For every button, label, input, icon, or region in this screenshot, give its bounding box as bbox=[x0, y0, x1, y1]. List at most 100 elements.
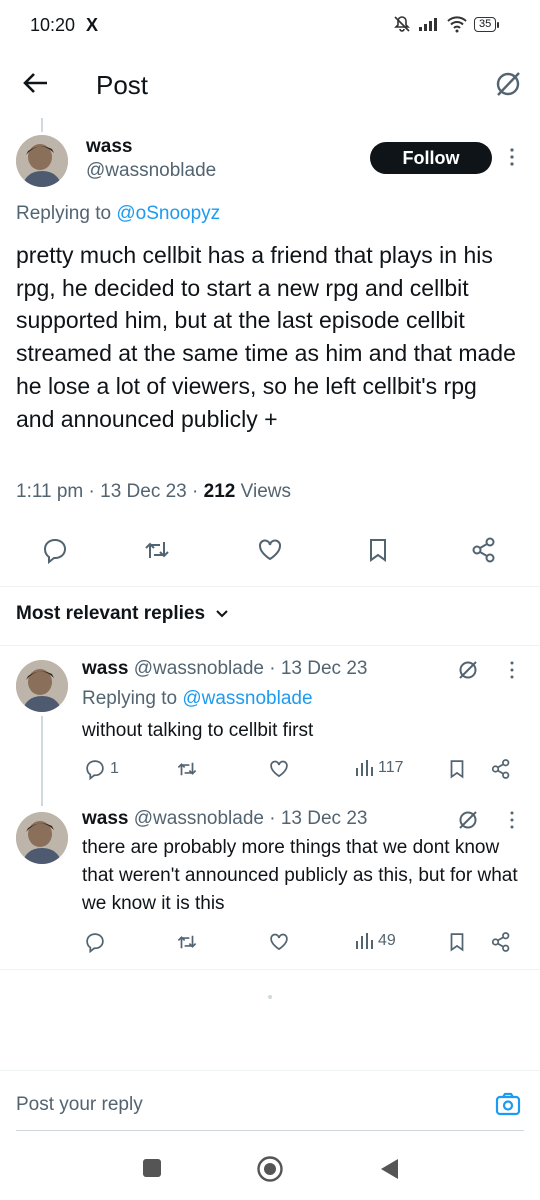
replying-to-link[interactable]: @wassnoblade bbox=[182, 688, 312, 709]
reply-button[interactable] bbox=[84, 931, 106, 953]
mute-icon bbox=[394, 16, 410, 32]
battery-icon: 35 bbox=[474, 16, 500, 32]
replies-sort-dropdown[interactable]: Most relevant replies bbox=[16, 603, 229, 625]
home-button[interactable] bbox=[256, 1155, 284, 1183]
replying-to-line: Replying to @oSnoopyz bbox=[16, 203, 220, 225]
bookmark-button[interactable] bbox=[446, 758, 468, 780]
share-icon bbox=[491, 759, 510, 779]
reply-author-handle[interactable]: @wassnoblade bbox=[134, 658, 264, 679]
reply-icon bbox=[86, 760, 104, 780]
reply-text: there are probably more things that we d… bbox=[82, 837, 518, 914]
post-text: pretty much cellbit has a friend that pl… bbox=[16, 242, 516, 432]
replying-label: Replying to bbox=[16, 203, 117, 224]
chevron-down-icon bbox=[216, 610, 228, 618]
divider bbox=[0, 645, 540, 646]
reply-button[interactable] bbox=[41, 536, 69, 564]
status-icons: 35 bbox=[392, 14, 500, 34]
loading-indicator bbox=[268, 995, 272, 999]
reply-more-button[interactable] bbox=[506, 660, 518, 680]
bookmark-icon bbox=[370, 539, 386, 562]
avatar-image bbox=[16, 812, 68, 864]
analytics-icon bbox=[356, 760, 373, 776]
post-meta: 1:11 pm · 13 Dec 23 · 212 Views bbox=[16, 481, 291, 502]
follow-button[interactable]: Follow bbox=[370, 142, 492, 174]
view-count: 117 bbox=[378, 759, 404, 776]
grok-button[interactable] bbox=[456, 658, 480, 682]
reply-input[interactable]: Post your reply bbox=[16, 1094, 143, 1116]
reply-author-name[interactable]: wass bbox=[82, 808, 128, 829]
reply-header: wass @wassnoblade · 13 Dec 23 bbox=[82, 658, 368, 679]
grok-button[interactable] bbox=[456, 808, 480, 832]
repost-button[interactable] bbox=[143, 536, 171, 564]
reply-count: 1 bbox=[110, 760, 119, 777]
reply-header: wass @wassnoblade · 13 Dec 23 bbox=[82, 808, 368, 829]
views-label: Views bbox=[240, 481, 291, 502]
replying-to-line: Replying to @wassnoblade bbox=[82, 688, 313, 710]
reply-author-handle[interactable]: @wassnoblade bbox=[134, 808, 264, 829]
bookmark-icon bbox=[450, 933, 464, 952]
repost-button[interactable] bbox=[176, 931, 198, 953]
page-title: Post bbox=[96, 70, 149, 100]
vertical-dots-icon bbox=[510, 148, 514, 166]
back-button[interactable] bbox=[20, 68, 50, 98]
reply-icon bbox=[43, 538, 67, 564]
share-button[interactable] bbox=[470, 536, 498, 564]
vertical-dots-icon bbox=[510, 811, 514, 829]
system-back-button[interactable] bbox=[378, 1157, 400, 1181]
views-button[interactable]: 49 bbox=[354, 931, 396, 951]
share-button[interactable] bbox=[490, 931, 512, 953]
heart-icon bbox=[259, 539, 281, 561]
more-options-button[interactable] bbox=[505, 146, 519, 168]
vertical-dots-icon bbox=[510, 661, 514, 679]
reply-more-button[interactable] bbox=[506, 810, 518, 830]
author-handle[interactable]: @wassnoblade bbox=[86, 160, 216, 182]
post-date: 13 Dec 23 bbox=[100, 481, 187, 502]
post-actions bbox=[0, 536, 540, 566]
grok-icon bbox=[459, 661, 477, 679]
reply-avatar[interactable] bbox=[16, 660, 68, 712]
reply-author-name[interactable]: wass bbox=[82, 658, 128, 679]
bookmark-button[interactable] bbox=[364, 536, 392, 564]
views-button[interactable]: 117 bbox=[354, 758, 404, 778]
repost-button[interactable] bbox=[176, 758, 198, 780]
x-notification-icon: X bbox=[86, 15, 99, 35]
reply-date: 13 Dec 23 bbox=[280, 808, 368, 829]
heart-icon bbox=[270, 760, 288, 778]
heart-icon bbox=[270, 933, 288, 951]
share-icon bbox=[472, 537, 495, 563]
bookmark-button[interactable] bbox=[446, 931, 468, 953]
reply-icon bbox=[86, 933, 104, 953]
grok-button[interactable] bbox=[492, 68, 524, 100]
author-avatar[interactable] bbox=[16, 135, 68, 187]
like-button[interactable] bbox=[256, 536, 284, 564]
status-time: 10:20 bbox=[30, 15, 76, 35]
divider bbox=[0, 969, 540, 970]
repost-icon bbox=[177, 762, 197, 776]
reply-actions: 49 bbox=[0, 931, 540, 959]
divider bbox=[0, 586, 540, 587]
repost-icon bbox=[145, 542, 169, 558]
like-button[interactable] bbox=[268, 931, 290, 953]
camera-icon bbox=[495, 1092, 521, 1116]
replying-to-link[interactable]: @oSnoopyz bbox=[116, 203, 220, 224]
reply-button[interactable]: 1 bbox=[84, 758, 119, 780]
views-count: 212 bbox=[203, 481, 236, 502]
thread-line bbox=[41, 118, 43, 132]
avatar-image bbox=[16, 135, 68, 187]
post-time: 1:11 pm bbox=[16, 481, 84, 502]
view-count: 49 bbox=[378, 932, 396, 949]
like-button[interactable] bbox=[268, 758, 290, 780]
share-button[interactable] bbox=[490, 758, 512, 780]
home-circle-icon bbox=[257, 1156, 283, 1182]
recents-button[interactable] bbox=[143, 1159, 161, 1177]
reply-text: without talking to cellbit first bbox=[82, 720, 314, 741]
bookmark-icon bbox=[450, 760, 464, 779]
triangle-back-icon bbox=[381, 1159, 398, 1179]
reply-actions: 1 117 bbox=[0, 758, 540, 786]
avatar-image bbox=[16, 660, 68, 712]
camera-button[interactable] bbox=[494, 1090, 522, 1118]
wifi-icon bbox=[447, 16, 467, 33]
author-name[interactable]: wass bbox=[86, 136, 132, 158]
grok-icon bbox=[496, 72, 520, 96]
reply-avatar[interactable] bbox=[16, 812, 68, 864]
